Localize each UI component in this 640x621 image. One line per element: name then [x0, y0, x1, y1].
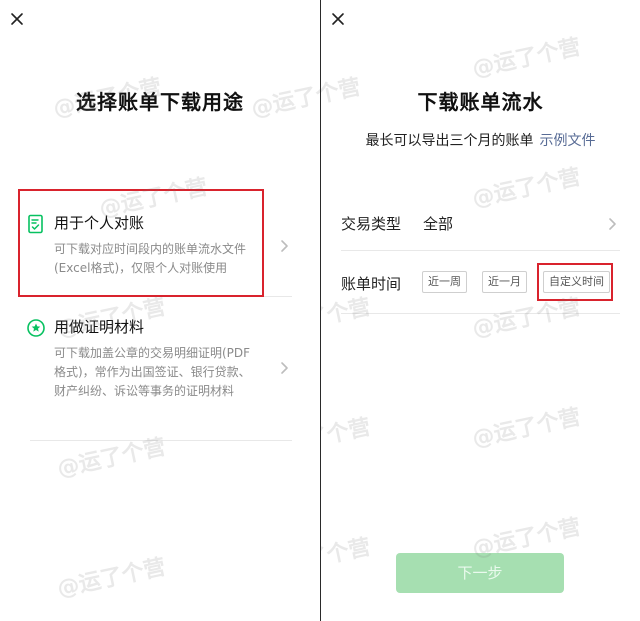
transaction-type-label: 交易类型 [341, 215, 402, 233]
document-check-icon [26, 214, 46, 234]
example-file-link[interactable]: 示例文件 [540, 133, 596, 149]
divider [341, 313, 620, 314]
purpose-panel: 选择账单下载用途 用于个人对账 可下载对应时间段内的账单流水文件(Excel格式… [0, 0, 320, 621]
watermark: @运了个营 [470, 34, 583, 83]
option-personal-reconciliation[interactable]: 用于个人对账 可下载对应时间段内的账单流水文件(Excel格式)，仅限个人对账使… [24, 212, 292, 292]
screen: 选择账单下载用途 用于个人对账 可下载对应时间段内的账单流水文件(Excel格式… [0, 0, 640, 621]
watermark: @运了个营 [321, 294, 373, 343]
option-title: 用于个人对账 [54, 214, 145, 232]
close-icon[interactable] [8, 10, 26, 28]
bill-time-label: 账单时间 [341, 275, 402, 293]
divider [30, 296, 292, 297]
close-icon[interactable] [329, 10, 347, 28]
chevron-right-icon [280, 360, 290, 374]
transaction-type-value: 全部 [423, 215, 454, 233]
watermark: @运了个营 [321, 534, 373, 583]
option-title: 用做证明材料 [54, 318, 145, 336]
divider [341, 250, 620, 251]
chevron-right-icon [608, 216, 618, 230]
watermark: @运了个营 [470, 404, 583, 453]
subtitle: 最长可以导出三个月的账单 示例文件 [321, 130, 640, 150]
option-proof-material[interactable]: 用做证明材料 可下载加盖公章的交易明细证明(PDF格式)，常作为出国签证、银行贷… [24, 316, 292, 426]
time-option-custom[interactable]: 自定义时间 [543, 271, 610, 293]
download-panel: 下载账单流水 最长可以导出三个月的账单 示例文件 交易类型 全部 账单时间 近一周… [321, 0, 640, 621]
page-title: 下载账单流水 [417, 90, 544, 114]
export-limit-text: 最长可以导出三个月的账单 [365, 133, 534, 149]
option-description: 可下载加盖公章的交易明细证明(PDF格式)，常作为出国签证、银行贷款、财产纠纷、… [54, 346, 251, 398]
option-description: 可下载对应时间段内的账单流水文件(Excel格式)，仅限个人对账使用 [54, 242, 247, 275]
watermark: @运了个营 [55, 434, 168, 483]
star-badge-icon [26, 318, 46, 338]
next-step-button[interactable]: 下一步 [396, 553, 564, 593]
page-title: 选择账单下载用途 [76, 90, 244, 114]
watermark: @运了个营 [470, 294, 583, 343]
divider [30, 440, 292, 441]
watermark: @运了个营 [321, 414, 373, 463]
watermark: @运了个营 [55, 554, 168, 603]
time-option-last-month[interactable]: 近一月 [482, 271, 527, 293]
time-option-last-week[interactable]: 近一周 [422, 271, 467, 293]
chevron-right-icon [280, 238, 290, 252]
